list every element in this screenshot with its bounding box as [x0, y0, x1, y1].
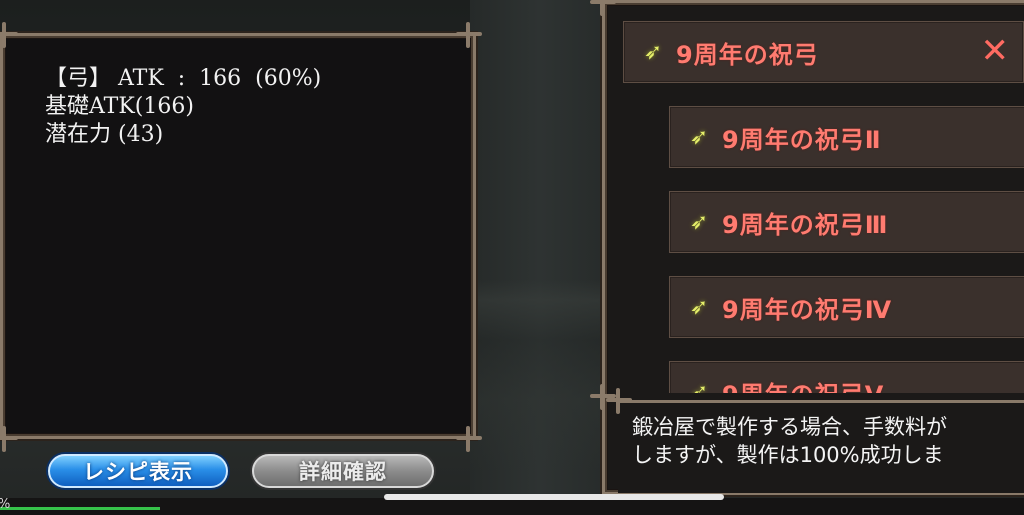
list-item[interactable]: ➶ 9周年の祝弓Ⅳ	[669, 276, 1024, 338]
progress-bar	[0, 507, 160, 510]
frame-ornament	[456, 22, 482, 48]
list-item-label: 9周年の祝弓Ⅱ	[722, 125, 882, 154]
description-line: 鍛冶屋で製作する場合、手数料が	[632, 415, 947, 439]
progress-percent: %	[0, 497, 10, 512]
list-item-label: 9周年の祝弓Ⅳ	[722, 295, 893, 324]
list-item[interactable]: ➶ 9周年の祝弓Ⅴ	[669, 361, 1024, 393]
list-item-label: 9周年の祝弓	[676, 40, 819, 69]
bow-icon: ➶	[643, 39, 663, 65]
list-item[interactable]: ➶ 9周年の祝弓Ⅲ	[669, 191, 1024, 253]
frame-ornament	[0, 22, 18, 48]
stat-potential-line: 潜在力 (43)	[45, 122, 164, 147]
home-indicator[interactable]	[384, 494, 724, 500]
close-icon[interactable]: ✕	[981, 34, 1010, 68]
list-item-label: 9周年の祝弓Ⅲ	[722, 210, 889, 239]
stat-base-atk-line: 基礎ATK(166)	[45, 94, 194, 119]
background-stone-wall	[470, 0, 610, 515]
frame-ornament	[0, 426, 18, 452]
description-box: 鍛冶屋で製作する場合、手数料が しますが、製作は100%成功しま	[618, 400, 1024, 493]
stats-panel: 【弓】 ATK : 166 (60%) 基礎ATK(166) 潜在力 (43)	[0, 33, 476, 439]
item-list[interactable]: ➶ 9周年の祝弓 ✕ ➶ 9周年の祝弓Ⅱ ➶ 9周年の祝弓Ⅲ ➶ 9周年の祝弓Ⅳ…	[605, 3, 1024, 393]
show-recipe-button[interactable]: レシピ表示	[48, 454, 228, 488]
bow-icon: ➶	[689, 209, 709, 235]
list-item-selected[interactable]: ➶ 9周年の祝弓 ✕	[623, 21, 1024, 83]
frame-ornament	[456, 426, 482, 452]
stat-atk-line: 【弓】 ATK : 166 (60%)	[45, 66, 322, 91]
bow-icon: ➶	[689, 124, 709, 150]
detail-check-button[interactable]: 詳細確認	[252, 454, 434, 488]
bow-icon: ➶	[689, 379, 709, 394]
frame-ornament	[606, 388, 632, 414]
list-item-label: 9周年の祝弓Ⅴ	[722, 375, 884, 394]
description-line: しますが、製作は100%成功しま	[632, 443, 944, 467]
bow-icon: ➶	[689, 294, 709, 320]
list-item[interactable]: ➶ 9周年の祝弓Ⅱ	[669, 106, 1024, 168]
